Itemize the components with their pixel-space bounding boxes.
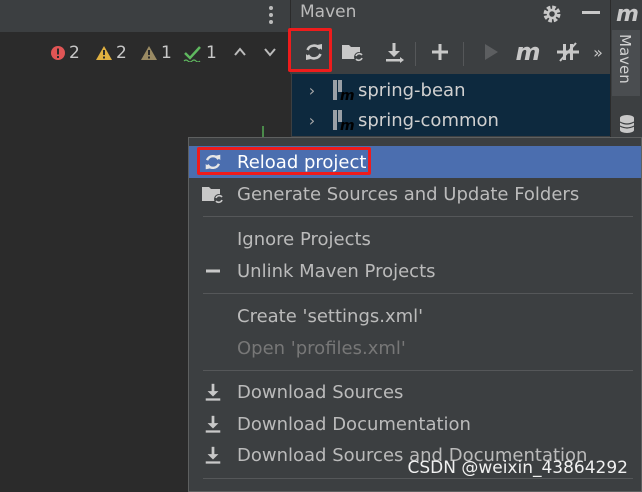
menu-item-label: Download Sources: [237, 381, 404, 403]
weak-warning-count[interactable]: 1: [140, 42, 172, 64]
generate-sources-button[interactable]: [340, 38, 366, 66]
typo-check-icon: [183, 46, 201, 62]
typo-count-label: 1: [206, 43, 217, 63]
toggle-skip-tests-button[interactable]: [555, 38, 581, 66]
database-icon[interactable]: [618, 114, 636, 138]
download-icon: [386, 43, 404, 63]
typo-count[interactable]: 1: [183, 42, 217, 64]
svg-text:m: m: [340, 88, 354, 102]
menu-item-label: Generate Sources and Update Folders: [237, 183, 580, 205]
run-icon: [485, 44, 498, 60]
menu-item-download-documentation[interactable]: Download Documentation: [189, 408, 641, 440]
watermark: CSDN @weixin_43864292: [407, 458, 628, 478]
download-icon: [205, 415, 221, 433]
maven-project-icon: m: [333, 80, 354, 102]
warning-count[interactable]: 2: [95, 42, 127, 64]
menu-item-label: Download Documentation: [237, 413, 471, 435]
svg-text:m: m: [340, 118, 354, 132]
add-icon: [432, 44, 448, 60]
error-icon: [51, 46, 65, 60]
highlight-box-menu: [197, 147, 371, 175]
more-vertical-icon[interactable]: [268, 4, 274, 26]
tree-item-spring-common[interactable]: › m spring-common: [292, 106, 610, 134]
run-maven-build-button[interactable]: [478, 38, 504, 66]
menu-separator: [203, 370, 633, 371]
execute-maven-goal-button[interactable]: m: [515, 38, 541, 66]
menu-item-label: Create 'settings.xml': [237, 305, 424, 327]
maven-side-tab-label: Maven: [616, 34, 634, 84]
highlight-box-toolbar: [288, 28, 332, 72]
chevron-right-icon[interactable]: ›: [292, 81, 332, 100]
menu-item-create-settings-xml[interactable]: Create 'settings.xml': [189, 300, 641, 332]
menu-item-open-profiles-xml: Open 'profiles.xml': [189, 332, 641, 364]
menu-separator: [203, 216, 633, 217]
menu-item-download-sources[interactable]: Download Sources: [189, 376, 641, 408]
context-menu: Reload project Generate Sources and Upda…: [188, 137, 642, 492]
toolbar-more-button[interactable]: »: [588, 38, 608, 66]
toolbar-separator: [463, 42, 464, 66]
download-icon: [205, 383, 221, 401]
error-count[interactable]: 2: [50, 42, 80, 64]
add-maven-project-button[interactable]: [427, 38, 453, 66]
skip-tests-icon: [557, 42, 579, 62]
menu-item-ignore-projects[interactable]: Ignore Projects: [189, 223, 641, 255]
download-icon: [205, 446, 221, 464]
maven-projects-tree: › m spring-bean › m spring-common: [292, 74, 610, 136]
tree-item-label: spring-common: [358, 109, 499, 131]
menu-item-unlink-maven-projects[interactable]: Unlink Maven Projects: [189, 255, 641, 287]
warning-count-label: 2: [116, 43, 127, 63]
warning-icon: [96, 46, 112, 60]
menu-separator: [203, 478, 633, 479]
generate-sources-icon: [202, 187, 224, 204]
tree-item-spring-bean[interactable]: › m spring-bean: [292, 76, 610, 104]
editor-tab-bar: [0, 0, 290, 33]
toolbar-separator: [415, 42, 416, 66]
maven-side-tab[interactable]: Maven: [612, 30, 640, 96]
maven-m-icon: m: [515, 38, 541, 66]
generate-sources-icon: [342, 45, 364, 62]
download-sources-button[interactable]: [381, 38, 407, 66]
tree-item-label: spring-bean: [358, 79, 466, 101]
maven-panel-title: Maven: [300, 2, 357, 22]
chevron-right-icon[interactable]: ›: [292, 111, 332, 130]
next-highlight-icon[interactable]: [262, 44, 278, 64]
menu-item-label: Ignore Projects: [237, 228, 371, 250]
menu-item-generate-sources[interactable]: Generate Sources and Update Folders: [189, 178, 641, 210]
weak-warning-count-label: 1: [161, 43, 172, 63]
error-count-label: 2: [69, 43, 80, 63]
minus-icon: [206, 269, 220, 273]
maven-project-icon: m: [333, 110, 354, 132]
weak-warning-icon: [141, 46, 157, 60]
previous-highlight-icon[interactable]: [232, 44, 248, 64]
hide-panel-icon[interactable]: [582, 11, 600, 14]
settings-gear-icon[interactable]: [541, 3, 563, 29]
menu-item-label: Unlink Maven Projects: [237, 260, 436, 282]
menu-separator: [203, 293, 633, 294]
maven-m-icon: m: [616, 2, 639, 27]
menu-item-label: Open 'profiles.xml': [237, 337, 406, 359]
more-icon: »: [593, 42, 603, 62]
